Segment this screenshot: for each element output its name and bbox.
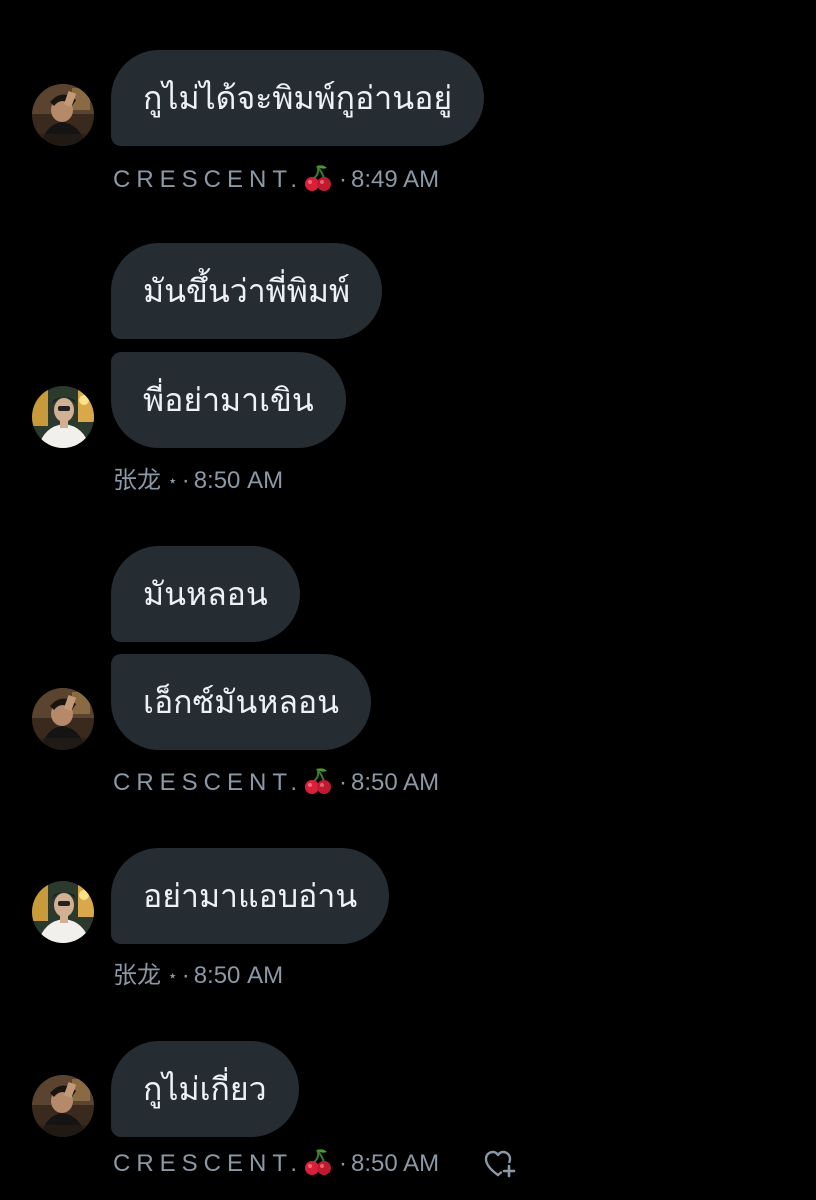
sender-name[interactable]: CRESCENT. (113, 166, 303, 193)
cherry-icon (303, 163, 333, 204)
message-text: อย่ามาแอบอ่าน (143, 877, 358, 915)
message-text: กูไม่เกี่ยว (143, 1070, 267, 1108)
cherry-icon (303, 766, 333, 807)
avatar-image (32, 386, 94, 448)
message-bubble[interactable]: มันหลอน (111, 546, 300, 642)
message-bubble[interactable]: มันขึ้นว่าพี่พิมพ์ (111, 243, 383, 339)
sender-name[interactable]: 张龙 (113, 467, 161, 494)
message-text: กูไม่ได้จะพิมพ์กูอ่านอยู่ (143, 79, 453, 117)
avatar-crescent[interactable] (32, 688, 94, 750)
separator-dot: · (339, 769, 348, 796)
message-bubble[interactable]: พี่อย่ามาเขิน (111, 352, 346, 448)
message-bubble[interactable]: กูไม่เกี่ยว (111, 1041, 299, 1137)
message-meta: 张龙 ⋆ · 8:50 AM (113, 958, 283, 994)
message-bubble[interactable]: อย่ามาแอบอ่าน (111, 848, 390, 944)
separator-dot: · (339, 166, 348, 193)
separator-dot: · (181, 962, 190, 989)
timestamp: 8:50 AM (351, 1150, 440, 1177)
star-icon: ⋆ (167, 968, 178, 985)
message-text: มันหลอน (143, 575, 268, 613)
sender-name[interactable]: 张龙 (113, 962, 161, 989)
message-bubble[interactable]: เอ็กซ์มันหลอน (111, 654, 372, 750)
avatar-zhanglong[interactable] (32, 881, 94, 943)
timestamp: 8:50 AM (351, 769, 440, 796)
message-text: พี่อย่ามาเขิน (143, 381, 314, 419)
message-meta: 张龙 ⋆ · 8:50 AM (113, 463, 283, 499)
heart-plus-icon[interactable] (484, 1149, 516, 1179)
star-icon: ⋆ (167, 473, 178, 490)
message-bubble[interactable]: กูไม่ได้จะพิมพ์กูอ่านอยู่ (111, 50, 485, 146)
sender-name[interactable]: CRESCENT. (113, 769, 303, 796)
message-meta: CRESCENT. · 8:49 AM (113, 162, 439, 198)
message-meta: CRESCENT. · 8:50 AM (113, 1146, 439, 1182)
message-meta: CRESCENT. · 8:50 AM (113, 765, 439, 801)
avatar-image (32, 1075, 94, 1137)
avatar-image (32, 688, 94, 750)
message-text: มันขึ้นว่าพี่พิมพ์ (143, 272, 351, 310)
sender-name[interactable]: CRESCENT. (113, 1150, 303, 1177)
timestamp: 8:49 AM (351, 166, 440, 193)
separator-dot: · (339, 1150, 348, 1177)
message-text: เอ็กซ์มันหลอน (143, 683, 340, 721)
cherry-icon (303, 1147, 333, 1188)
timestamp: 8:50 AM (193, 467, 284, 494)
separator-dot: · (181, 467, 190, 494)
timestamp: 8:50 AM (193, 962, 284, 989)
avatar-crescent[interactable] (32, 1075, 94, 1137)
avatar-image (32, 84, 94, 146)
avatar-image (32, 881, 94, 943)
avatar-crescent[interactable] (32, 84, 94, 146)
avatar-zhanglong[interactable] (32, 386, 94, 448)
